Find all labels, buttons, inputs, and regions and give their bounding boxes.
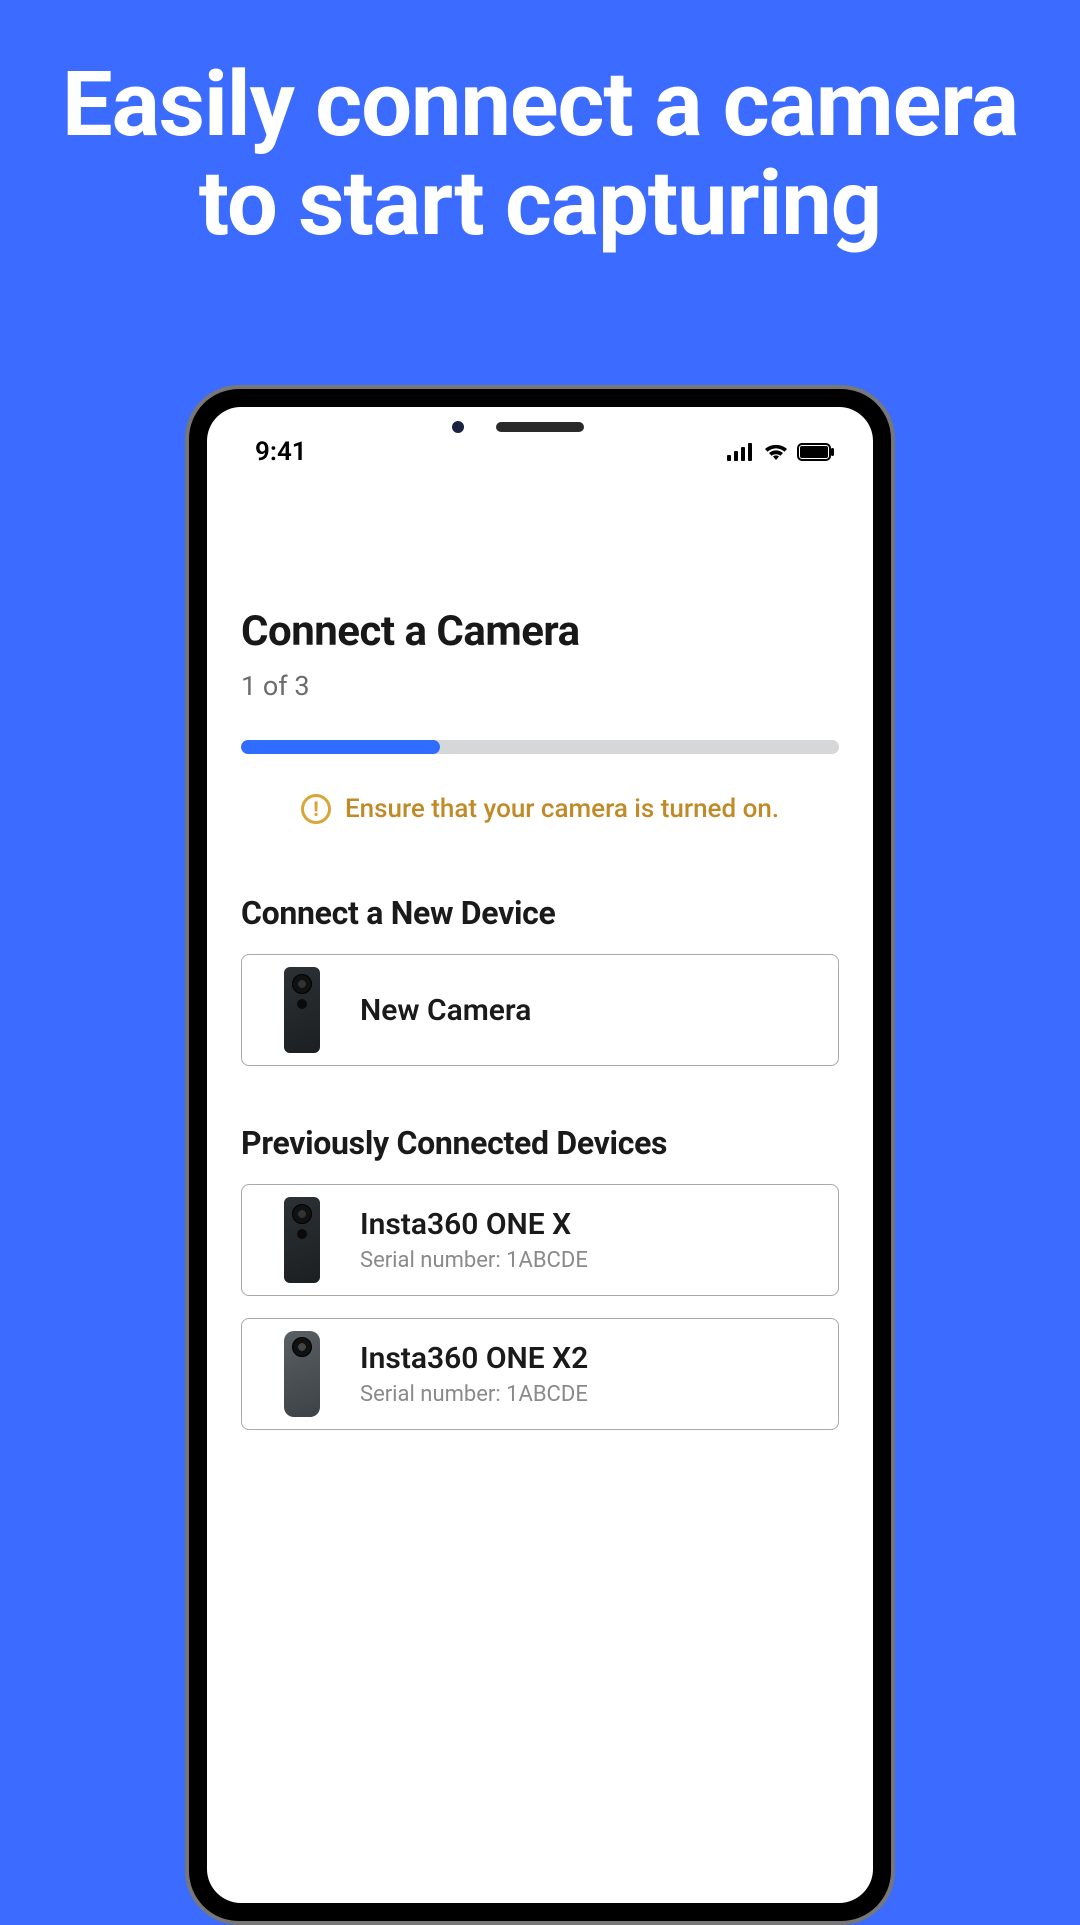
progress-bar <box>241 740 839 754</box>
phone-screen: 9:41 <box>207 407 873 1903</box>
page-title: Connect a Camera <box>241 607 839 656</box>
promo-headline: Easily connect a camera to start capturi… <box>0 0 1080 253</box>
phone-frame: 9:41 <box>189 389 891 1921</box>
camera-icon <box>284 1331 320 1417</box>
battery-icon <box>797 443 835 461</box>
new-camera-card[interactable]: New Camera <box>241 954 839 1066</box>
alert-text: Ensure that your camera is turned on. <box>345 794 779 824</box>
section-title-new: Connect a New Device <box>241 894 839 932</box>
alert-icon <box>301 794 331 824</box>
status-bar: 9:41 <box>207 407 873 467</box>
device-serial: Serial number: 1ABCDE <box>360 1248 588 1273</box>
new-camera-label: New Camera <box>360 993 531 1028</box>
section-title-previous: Previously Connected Devices <box>241 1124 839 1162</box>
alert-banner: Ensure that your camera is turned on. <box>241 794 839 824</box>
camera-icon <box>284 1197 320 1283</box>
prev-device-card[interactable]: Insta360 ONE X Serial number: 1ABCDE <box>241 1184 839 1296</box>
cellular-icon <box>727 443 755 461</box>
wifi-icon <box>763 443 789 461</box>
prev-device-card[interactable]: Insta360 ONE X2 Serial number: 1ABCDE <box>241 1318 839 1430</box>
device-name: Insta360 ONE X2 <box>360 1341 588 1376</box>
phone-mockup: 9:41 <box>185 385 895 1925</box>
status-time: 9:41 <box>255 437 307 467</box>
step-indicator: 1 of 3 <box>241 670 839 702</box>
device-serial: Serial number: 1ABCDE <box>360 1382 588 1407</box>
camera-icon <box>284 967 320 1053</box>
progress-fill <box>241 740 440 754</box>
device-name: Insta360 ONE X <box>360 1207 588 1242</box>
